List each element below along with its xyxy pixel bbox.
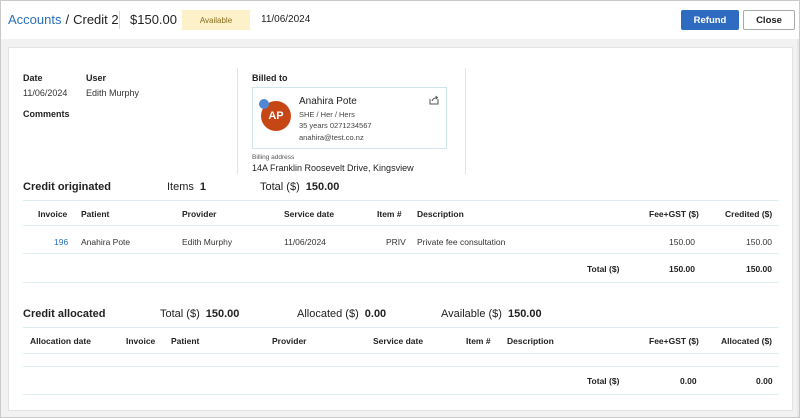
row-credited: 150.00	[746, 237, 772, 247]
col-service-date: Service date	[284, 209, 335, 219]
patient-email: anahira@test.co.nz	[299, 133, 364, 142]
originated-row-divider	[23, 253, 779, 254]
originated-total-label: Total ($)	[260, 181, 300, 193]
patient-pronouns: SHE / Her / Hers	[299, 110, 355, 119]
col-alloc-invoice: Invoice	[126, 336, 156, 346]
breadcrumb: Accounts / Credit 2	[8, 12, 119, 27]
billed-to-label: Billed to	[252, 73, 288, 83]
col-credited: Credited ($)	[725, 209, 773, 219]
allocated-top-divider	[23, 327, 779, 328]
available-value: 150.00	[507, 308, 542, 320]
patient-card[interactable]: AP Anahira Pote SHE / Her / Hers 35 year…	[252, 87, 447, 149]
col-alloc-item: Item #	[466, 336, 491, 346]
items-value: 1	[199, 181, 207, 193]
billing-address-label: Billing address	[252, 154, 295, 161]
row-service-date: 11/06/2024	[284, 237, 326, 247]
col-allocation-date: Allocation date	[30, 336, 91, 346]
col-patient: Patient	[81, 209, 110, 219]
originated-total-summary: Total ($) 150.00	[260, 181, 339, 193]
patient-name: Anahira Pote	[299, 96, 357, 107]
user-label: User	[86, 73, 107, 83]
available-label: Available ($)	[441, 308, 502, 320]
status-badge: Available	[182, 10, 250, 30]
patient-age-phone: 35 years 0271234567	[299, 121, 372, 130]
credit-detail-window: Accounts / Credit 2 $150.00 Available 11…	[0, 0, 800, 418]
col-alloc-patient: Patient	[171, 336, 200, 346]
user-value: Edith Murphy	[86, 88, 140, 98]
breadcrumb-separator: /	[65, 12, 70, 27]
avatar-status-dot	[259, 99, 269, 109]
row-description: Private fee consultation	[417, 237, 506, 247]
allocated-header-divider	[23, 353, 779, 354]
invoice-link[interactable]: 196	[54, 237, 68, 247]
row-patient: Anahira Pote	[81, 237, 131, 247]
originated-header-divider	[23, 225, 779, 226]
col-alloc-service-date: Service date	[373, 336, 424, 346]
scrollbar[interactable]	[797, 39, 799, 417]
allocated-footer-label: Total ($)	[587, 376, 620, 386]
close-button[interactable]: Close	[743, 10, 795, 30]
originated-total-value: 150.00	[305, 181, 340, 193]
originated-footer-credited: 150.00	[746, 264, 772, 274]
refund-button[interactable]: Refund	[681, 10, 739, 30]
col-provider: Provider	[182, 209, 217, 219]
col-alloc-provider: Provider	[272, 336, 307, 346]
billed-divider-right	[465, 68, 466, 174]
date-value: 11/06/2024	[23, 88, 68, 98]
col-invoice: Invoice	[38, 209, 68, 219]
allocated-label: Allocated ($)	[297, 308, 359, 320]
col-fee-gst: Fee+GST ($)	[649, 209, 699, 219]
allocated-footer-fee: 0.00	[680, 376, 697, 386]
items-summary: Items 1	[167, 181, 206, 193]
share-icon[interactable]	[429, 95, 439, 105]
credit-originated-title: Credit originated	[23, 181, 112, 193]
header-divider	[119, 11, 120, 29]
allocated-value: 0.00	[364, 308, 387, 320]
allocated-empty-divider	[23, 366, 779, 367]
originated-bottom-divider	[23, 282, 779, 283]
credit-amount: $150.00	[130, 12, 177, 27]
row-item: PRIV	[386, 237, 406, 247]
allocated-bottom-divider	[23, 394, 779, 395]
originated-footer-fee: 150.00	[669, 264, 695, 274]
available-summary: Available ($) 150.00	[441, 308, 542, 320]
allocated-total-summary: Total ($) 150.00	[160, 308, 239, 320]
credit-allocated-title: Credit allocated	[23, 308, 106, 320]
row-fee: 150.00	[669, 237, 695, 247]
breadcrumb-current: Credit 2	[73, 12, 119, 27]
col-alloc-fee-gst: Fee+GST ($)	[649, 336, 699, 346]
allocated-total-label: Total ($)	[160, 308, 200, 320]
originated-footer-label: Total ($)	[587, 264, 620, 274]
allocated-total-value: 150.00	[205, 308, 240, 320]
col-alloc-description: Description	[507, 336, 554, 346]
row-provider: Edith Murphy	[182, 237, 233, 247]
items-label: Items	[167, 181, 194, 193]
credit-panel: Date 11/06/2024 User Edith Murphy Commen…	[8, 47, 793, 411]
allocated-summary: Allocated ($) 0.00	[297, 308, 386, 320]
billing-address: 14A Franklin Roosevelt Drive, Kingsview	[252, 163, 414, 173]
content-area: Date 11/06/2024 User Edith Murphy Commen…	[1, 39, 799, 417]
originated-top-divider	[23, 200, 779, 201]
breadcrumb-accounts-link[interactable]: Accounts	[8, 12, 61, 27]
col-item: Item #	[377, 209, 402, 219]
col-alloc-allocated: Allocated ($)	[721, 336, 773, 346]
allocated-footer-allocated: 0.00	[756, 376, 773, 386]
col-description: Description	[417, 209, 464, 219]
billed-divider	[237, 68, 238, 174]
date-label: Date	[23, 73, 43, 83]
header-bar: Accounts / Credit 2 $150.00 Available 11…	[1, 1, 799, 39]
header-date: 11/06/2024	[261, 14, 311, 25]
comments-label: Comments	[23, 109, 70, 119]
